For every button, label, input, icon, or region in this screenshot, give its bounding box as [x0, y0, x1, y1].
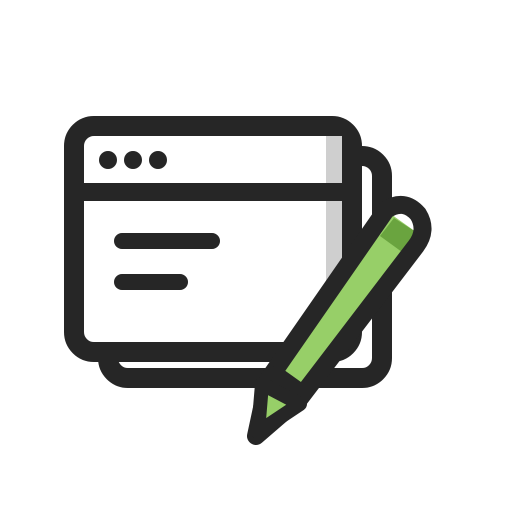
window-dot-1-icon: [99, 151, 117, 169]
browser-window-edit-icon: [64, 116, 432, 445]
window-dot-3-icon: [149, 151, 167, 169]
icon-canvas: [0, 0, 512, 512]
window-dot-2-icon: [124, 151, 142, 169]
